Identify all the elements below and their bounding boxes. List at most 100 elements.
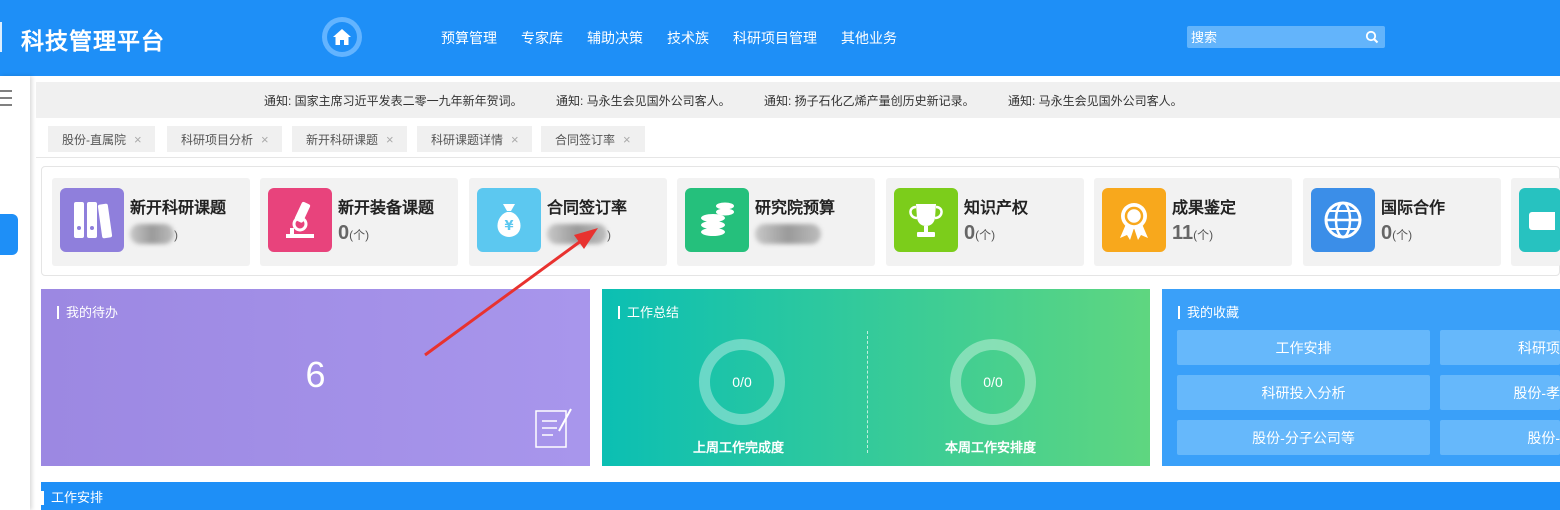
blurred-value xyxy=(755,223,821,244)
book-icon xyxy=(1519,188,1560,252)
nav-decision[interactable]: 辅助决策 xyxy=(587,28,643,48)
badge-icon xyxy=(1102,188,1166,252)
blurred-value xyxy=(130,223,174,244)
close-icon[interactable]: × xyxy=(511,132,519,147)
module-count-value: 0 xyxy=(964,222,976,244)
search-box xyxy=(1187,26,1385,48)
favorites-title: 我的收藏 xyxy=(1178,306,1239,319)
notice-item[interactable]: 通知: 马永生会见国外公司客人。 xyxy=(556,92,731,109)
blurred-value xyxy=(547,223,607,244)
header-divider xyxy=(0,22,2,52)
module-title: 合同签订率 xyxy=(547,200,628,217)
summary-divider xyxy=(867,331,868,453)
fav-work-schedule[interactable]: 工作安排 xyxy=(1177,330,1430,365)
search-input[interactable] xyxy=(1187,26,1357,48)
notepad-icon xyxy=(535,408,572,448)
tab-new-topics[interactable]: 新开科研课题 × xyxy=(292,126,407,152)
todo-count: 6 xyxy=(305,354,326,395)
tab-project-analysis[interactable]: 科研项目分析 × xyxy=(167,126,282,152)
tab-direct-institute[interactable]: 股份-直属院 × xyxy=(48,126,155,152)
fav-research-investment[interactable]: 科研投入分析 xyxy=(1177,375,1430,410)
module-title: 新开科研课题 xyxy=(130,200,227,217)
module-unit: ) xyxy=(607,228,611,242)
home-icon xyxy=(333,29,351,45)
last-week-label: 上周工作完成度 xyxy=(693,440,785,455)
last-week-ring: 0/0 xyxy=(699,339,785,425)
module-count-value: 0 xyxy=(338,222,350,244)
fav-subsidiaries[interactable]: 股份-分子公司等 xyxy=(1177,420,1430,455)
top-header: 科技管理平台 预算管理 专家库 辅助决策 技术族 科研项目管理 其他业务 xyxy=(0,0,1560,76)
fav-research-project[interactable]: 科研项 xyxy=(1440,330,1560,365)
this-week-label: 本周工作安排度 xyxy=(945,440,1037,455)
module-unit: (个) xyxy=(1193,228,1214,242)
money-bag-icon: ¥ xyxy=(477,188,541,252)
tab-contract-rate[interactable]: 合同签订率 × xyxy=(541,126,645,152)
module-achievements[interactable]: 成果鉴定 11(个) xyxy=(1094,178,1292,266)
notice-item[interactable]: 通知: 马永生会见国外公司客人。 xyxy=(1008,92,1183,109)
module-count: 0(个) xyxy=(964,222,995,245)
svg-text:¥: ¥ xyxy=(504,219,513,234)
tab-label: 新开科研课题 xyxy=(306,132,379,147)
this-week-value: 0/0 xyxy=(983,374,1003,390)
tab-label: 股份-直属院 xyxy=(62,132,126,147)
fav-shares-xiao[interactable]: 股份-孝 xyxy=(1440,375,1560,410)
notice-item[interactable]: 通知: 扬子石化乙烯产量创历史新记录。 xyxy=(764,92,975,109)
tab-topic-detail[interactable]: 科研课题详情 × xyxy=(417,126,532,152)
todo-widget[interactable]: 我的待办 6 xyxy=(41,289,590,466)
fav-shares[interactable]: 股份- xyxy=(1440,420,1560,455)
trophy-icon xyxy=(894,188,958,252)
module-title: 成果鉴定 xyxy=(1172,200,1237,217)
module-contract-rate[interactable]: ¥ 合同签订率 ) xyxy=(469,178,667,266)
module-cards: 新开科研课题 ) 新开装备课题 0(个) ¥ 合同签订率 ) 研究院预算 知识产… xyxy=(41,166,1560,276)
page-tabs: 股份-直属院 × 科研项目分析 × 新开科研课题 × 科研课题详情 × 合同签订率 × xyxy=(36,118,1560,158)
tab-label: 科研课题详情 xyxy=(431,132,504,147)
work-schedule-bar: 工作安排 xyxy=(41,482,1560,510)
module-ip[interactable]: 知识产权 0(个) xyxy=(886,178,1084,266)
work-schedule-title: 工作安排 xyxy=(41,491,103,505)
this-week-ring: 0/0 xyxy=(950,339,1036,425)
search-icon[interactable] xyxy=(1365,30,1379,44)
left-sidebar xyxy=(0,76,30,510)
module-title: 知识产权 xyxy=(964,200,1029,217)
last-week-value: 0/0 xyxy=(732,374,752,390)
menu-icon[interactable] xyxy=(0,88,14,108)
module-count-value: 11 xyxy=(1172,222,1194,244)
close-icon[interactable]: × xyxy=(261,132,269,147)
home-button[interactable] xyxy=(322,17,362,57)
close-icon[interactable]: × xyxy=(134,132,142,147)
module-unit: (个) xyxy=(349,228,370,242)
module-new-equipment[interactable]: 新开装备课题 0(个) xyxy=(260,178,458,266)
favorites-widget: 我的收藏 工作安排 科研项 科研投入分析 股份-孝 股份-分子公司等 股份- xyxy=(1162,289,1560,466)
module-unit: ) xyxy=(174,228,178,242)
nav-experts[interactable]: 专家库 xyxy=(521,28,563,48)
notice-bar: 通知: 国家主席习近平发表二零一九年新年贺词。 通知: 马永生会见国外公司客人。… xyxy=(36,82,1560,118)
module-unit: (个) xyxy=(1392,228,1413,242)
module-count: 0(个) xyxy=(1381,222,1412,245)
close-icon[interactable]: × xyxy=(386,132,394,147)
nav-research-projects[interactable]: 科研项目管理 xyxy=(733,28,817,48)
nav-tech-family[interactable]: 技术族 xyxy=(667,28,709,48)
tab-label: 合同签订率 xyxy=(555,132,616,147)
nav-other[interactable]: 其他业务 xyxy=(841,28,897,48)
notice-item[interactable]: 通知: 国家主席习近平发表二零一九年新年贺词。 xyxy=(264,92,523,109)
module-count xyxy=(755,222,821,245)
module-international[interactable]: 国际合作 0(个) xyxy=(1303,178,1501,266)
todo-title: 我的待办 xyxy=(57,306,118,319)
summary-title: 工作总结 xyxy=(618,306,679,319)
module-title: 新开装备课题 xyxy=(338,200,435,217)
globe-icon xyxy=(1311,188,1375,252)
module-institute-budget[interactable]: 研究院预算 xyxy=(677,178,875,266)
nav-budget[interactable]: 预算管理 xyxy=(441,28,497,48)
module-count: ) xyxy=(547,222,611,245)
module-new-research[interactable]: 新开科研课题 ) xyxy=(52,178,250,266)
module-title: 研究院预算 xyxy=(755,200,836,217)
coins-icon xyxy=(685,188,749,252)
tab-label: 科研项目分析 xyxy=(181,132,254,147)
module-unit: (个) xyxy=(975,228,996,242)
module-partial[interactable] xyxy=(1511,178,1560,266)
close-icon[interactable]: × xyxy=(623,132,631,147)
sidebar-active-item[interactable] xyxy=(0,214,18,255)
module-count: ) xyxy=(130,222,178,245)
module-count-value: 0 xyxy=(1381,222,1393,244)
module-count: 11(个) xyxy=(1172,222,1213,245)
